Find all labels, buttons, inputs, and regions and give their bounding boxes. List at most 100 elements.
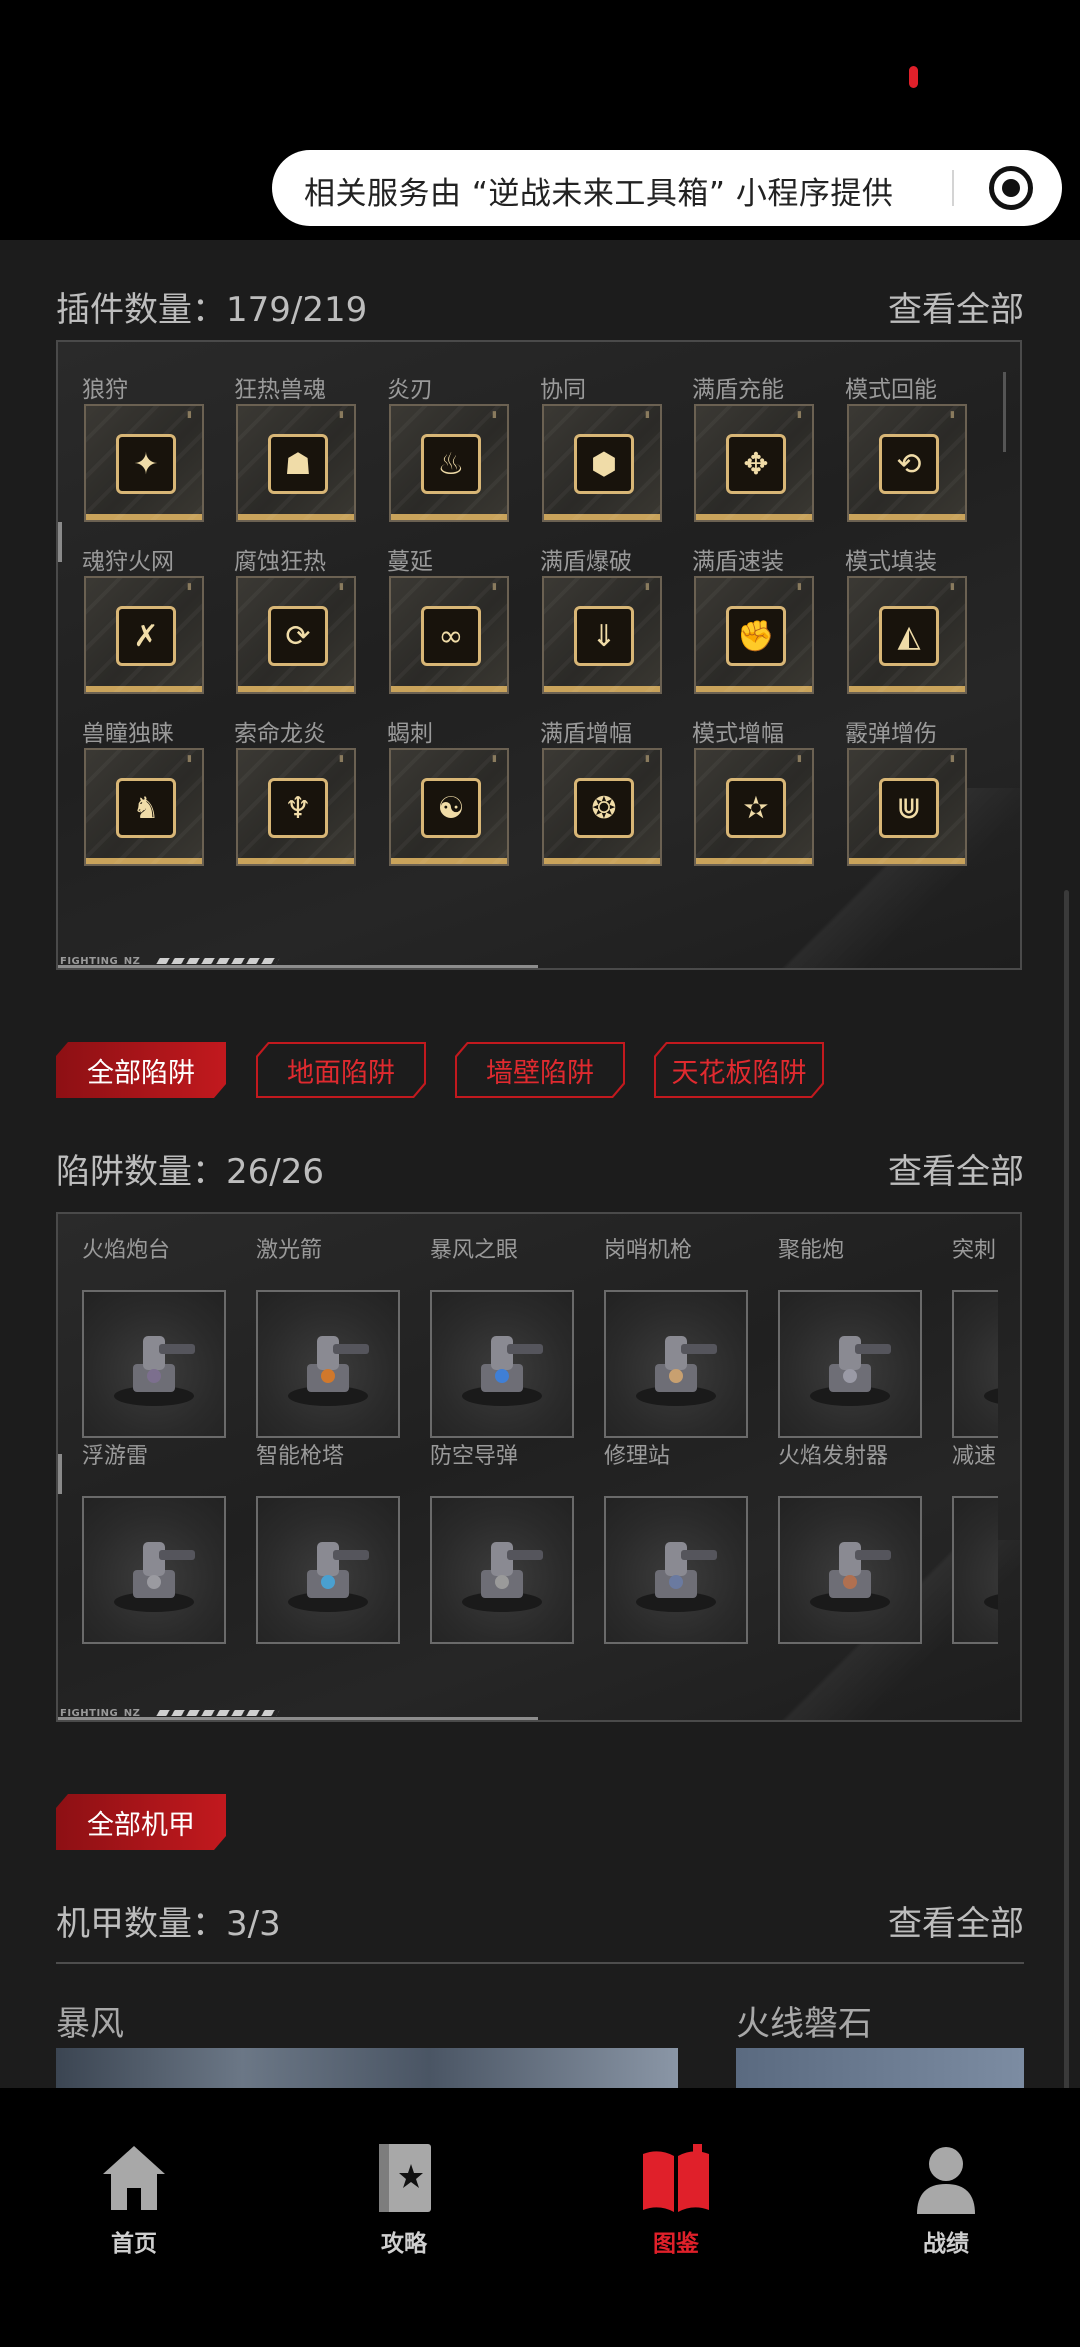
trap-thumbnail[interactable] [82, 1496, 226, 1644]
traps-header: 陷阱数量：26/26 查看全部 [56, 1144, 1024, 1192]
trap-thumbnail[interactable] [256, 1496, 400, 1644]
trap-model-icon [810, 1336, 891, 1406]
mech-filter-label: 全部机甲 [87, 1809, 195, 1841]
plugin-name: 腐蚀狂热 [234, 549, 326, 575]
plugin-card[interactable]: ▮ ⟳ [236, 576, 356, 694]
plugin-emblem-icon: ∞ [421, 606, 481, 666]
panel-footer-stripes [156, 1710, 280, 1716]
trap-name: 火焰炮台 [82, 1238, 171, 1263]
plugin-name: 霰弹增伤 [845, 721, 937, 747]
trap-thumbnail[interactable] [82, 1290, 226, 1438]
trap-model-icon [114, 1542, 195, 1612]
mechs-divider [56, 1962, 1024, 1964]
trap-item[interactable]: 突刺 [952, 1232, 998, 1442]
trap-thumbnail[interactable] [604, 1496, 748, 1644]
mech-image[interactable] [736, 2048, 1024, 2088]
mech-name[interactable]: 火线磐石 [736, 1996, 872, 2045]
plugin-card-tag: ▮ [339, 582, 344, 592]
nav-item-guide[interactable]: 攻略 [334, 2142, 474, 2262]
record-target-icon[interactable] [989, 166, 1033, 210]
plugin-name: 满盾增幅 [540, 721, 632, 747]
plugin-card-tag: ▮ [187, 754, 192, 764]
nav-item-home[interactable]: 首页 [64, 2142, 204, 2262]
nav-label-guide: 攻略 [381, 2231, 427, 2257]
trap-model-icon [636, 1542, 717, 1612]
plugin-name: 满盾充能 [692, 377, 784, 403]
traps-view-all-link[interactable]: 查看全部 [888, 1144, 1024, 1193]
plugin-card[interactable]: ▮ ♞ [84, 748, 204, 866]
plugin-card[interactable]: ▮ ❂ [542, 748, 662, 866]
plugin-card-tag: ▮ [950, 582, 955, 592]
service-provider-banner[interactable]: 相关服务由 “逆战未来工具箱” 小程序提供 [272, 150, 1062, 226]
plugin-card-tag: ▮ [187, 410, 192, 420]
plugin-emblem-icon: ♞ [116, 778, 176, 838]
trap-filter-label: 地面陷阱 [258, 1044, 424, 1096]
trap-model-icon [462, 1542, 543, 1612]
nav-item-codex[interactable]: 图鉴 [606, 2142, 746, 2262]
nav-item-stats[interactable]: 战绩 [876, 2142, 1016, 2262]
trap-item[interactable]: 减速 [952, 1438, 998, 1648]
plugin-card[interactable]: ▮ ◭ [847, 576, 967, 694]
trap-filter-tab[interactable]: 墙壁陷阱 [455, 1042, 625, 1098]
trap-thumbnail[interactable] [778, 1290, 922, 1438]
trap-filter-tab[interactable]: 地面陷阱 [256, 1042, 426, 1098]
plugin-card[interactable]: ▮ ⇓ [542, 576, 662, 694]
plugin-card[interactable]: ▮ ∞ [389, 576, 509, 694]
trap-name: 暴风之眼 [430, 1238, 519, 1263]
book-icon [643, 2144, 709, 2212]
trap-name: 修理站 [604, 1444, 671, 1469]
mech-name[interactable]: 暴风 [56, 1996, 124, 2045]
plugin-card[interactable]: ▮ ☗ [236, 404, 356, 522]
plugin-card[interactable]: ▮ ✗ [84, 576, 204, 694]
trap-thumbnail[interactable] [952, 1290, 998, 1438]
trap-thumbnail[interactable] [256, 1290, 400, 1438]
trap-filter-tab[interactable]: 天花板陷阱 [654, 1042, 824, 1098]
trap-thumbnail[interactable] [952, 1496, 998, 1644]
plugin-card[interactable]: ▮ ♆ [236, 748, 356, 866]
panel-right-edge [1003, 372, 1006, 452]
service-provider-text: 相关服务由 “逆战未来工具箱” 小程序提供 [304, 176, 894, 212]
plugin-emblem-icon: ☯ [421, 778, 481, 838]
plugin-card[interactable]: ▮ ✦ [84, 404, 204, 522]
plugin-card[interactable]: ▮ ✊ [694, 576, 814, 694]
plugin-emblem-icon: ✗ [116, 606, 176, 666]
plugin-card[interactable]: ▮ ✫ [694, 748, 814, 866]
trap-name: 聚能炮 [778, 1238, 845, 1263]
trap-thumbnail[interactable] [430, 1496, 574, 1644]
trap-model-icon [288, 1542, 369, 1612]
mech-image[interactable] [56, 2048, 678, 2088]
plugin-card[interactable]: ▮ ⟲ [847, 404, 967, 522]
plugin-emblem-icon: ☗ [268, 434, 328, 494]
codex-content[interactable]: 插件数量：179/219 查看全部 狼狩 ▮ ✦ 狂热兽魂 ▮ ☗ 炎刃 ▮ ♨ 协同 ▮ ⬢ 满盾充能… [0, 240, 1080, 2088]
plugin-name: 蝎刺 [387, 721, 433, 747]
mechs-count-title: 机甲数量：3/3 [56, 1904, 281, 1944]
plugin-card-tag: ▮ [797, 410, 802, 420]
plugin-card-tag: ▮ [492, 582, 497, 592]
plugins-view-all-link[interactable]: 查看全部 [888, 282, 1024, 331]
trap-model-icon [288, 1336, 369, 1406]
recording-indicator [909, 66, 918, 88]
mech-filter-all[interactable]: 全部机甲 [56, 1794, 226, 1850]
trap-model-icon [114, 1336, 195, 1406]
plugin-name: 模式回能 [845, 377, 937, 403]
plugin-card-tag: ▮ [797, 754, 802, 764]
plugin-card[interactable]: ▮ ⋓ [847, 748, 967, 866]
trap-filter-tab[interactable]: 全部陷阱 [56, 1042, 226, 1098]
plugin-emblem-icon: ⟳ [268, 606, 328, 666]
mechs-view-all-link[interactable]: 查看全部 [888, 1896, 1024, 1945]
plugin-emblem-icon: ⇓ [574, 606, 634, 666]
plugin-name: 兽瞳独睐 [82, 721, 174, 747]
plugin-emblem-icon: ⟲ [879, 434, 939, 494]
trap-thumbnail[interactable] [604, 1290, 748, 1438]
page-scrollbar[interactable] [1064, 890, 1069, 2088]
trap-thumbnail[interactable] [778, 1496, 922, 1644]
trap-thumbnail[interactable] [430, 1290, 574, 1438]
plugin-card[interactable]: ▮ ♨ [389, 404, 509, 522]
profile-icon [917, 2147, 975, 2214]
plugin-card[interactable]: ▮ ⬢ [542, 404, 662, 522]
trap-name: 智能枪塔 [256, 1444, 345, 1469]
plugin-card[interactable]: ▮ ✥ [694, 404, 814, 522]
trap-model-icon [636, 1336, 717, 1406]
plugin-card[interactable]: ▮ ☯ [389, 748, 509, 866]
nav-label-home: 首页 [111, 2231, 157, 2257]
